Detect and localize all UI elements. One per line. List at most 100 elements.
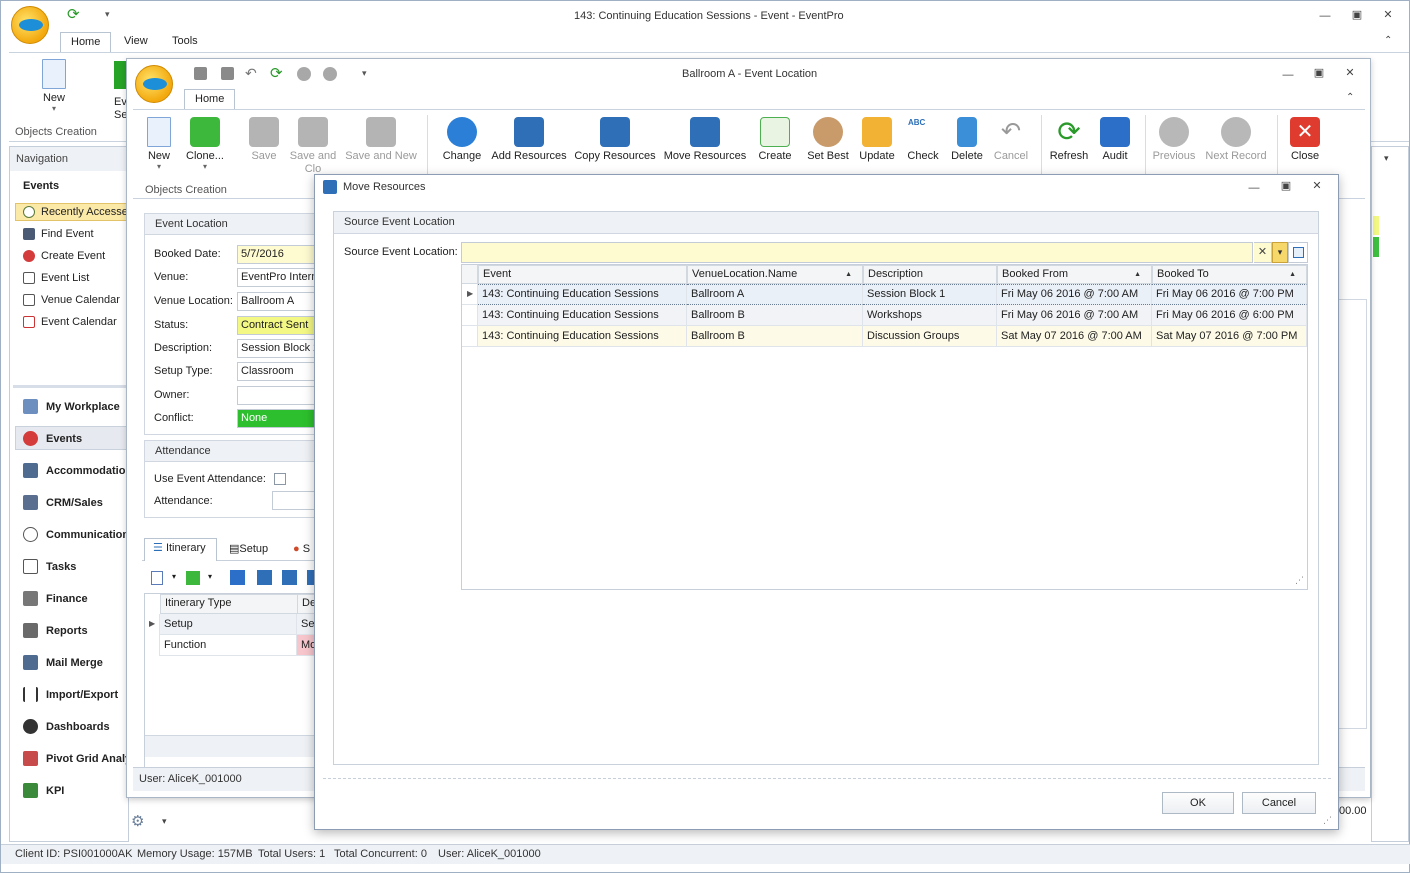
- event-location-field-value[interactable]: EventPro Intern: [237, 268, 317, 287]
- event-location-field-value[interactable]: 5/7/2016: [237, 245, 317, 264]
- tab-setup[interactable]: ▤Setup: [223, 540, 278, 561]
- nav-tasks[interactable]: Tasks: [23, 559, 76, 574]
- nav-item-recently-accessed[interactable]: Recently Accessed: [23, 206, 134, 218]
- dialog-resize-grip-icon[interactable]: ⋰: [1323, 815, 1332, 826]
- nav-accommodation[interactable]: Accommodation: [23, 463, 126, 478]
- previous-button[interactable]: Previous: [1151, 117, 1197, 162]
- nav-item-find-event[interactable]: Find Event: [23, 228, 94, 240]
- event-location-field-value[interactable]: Ballroom A: [237, 292, 317, 311]
- itinerary-copy-resources-icon[interactable]: [282, 570, 297, 585]
- qat-dropdown-icon[interactable]: ▾: [105, 9, 110, 20]
- close-icon[interactable]: ✕: [1310, 180, 1324, 192]
- nav-settings-icon[interactable]: ⚙: [131, 812, 144, 830]
- clone-button[interactable]: Clone... ▾: [183, 117, 227, 171]
- itinerary-new-dropdown-icon[interactable]: ▾: [172, 572, 176, 581]
- close-icon[interactable]: ✕: [1343, 67, 1357, 79]
- new-button[interactable]: New ▾: [31, 59, 77, 113]
- itinerary-cell[interactable]: Function: [160, 635, 297, 656]
- tab-home[interactable]: Home: [184, 89, 236, 110]
- cancel-button[interactable]: ↶ Cancel: [991, 117, 1031, 162]
- nav-item-event-list[interactable]: Event List: [23, 272, 89, 284]
- tab-view[interactable]: View: [114, 32, 158, 53]
- grid-row-indicator[interactable]: [462, 305, 478, 326]
- check-button[interactable]: ABC Check: [903, 117, 943, 162]
- grid-cell[interactable]: Workshops: [863, 305, 997, 326]
- grid-cell[interactable]: Sat May 07 2016 @ 7:00 PM: [1152, 326, 1307, 347]
- set-best-button[interactable]: Set Best: [803, 117, 853, 162]
- tab-tools[interactable]: Tools: [162, 32, 208, 53]
- grid-col-header[interactable]: Description: [863, 265, 997, 284]
- event-location-field-value[interactable]: Session Block 2: [237, 339, 317, 358]
- qat-refresh-icon[interactable]: ⟳: [270, 64, 283, 82]
- grid-col-header[interactable]: Event: [478, 265, 687, 284]
- event-location-field-value[interactable]: Classroom: [237, 362, 317, 381]
- minimize-icon[interactable]: —: [1281, 69, 1295, 81]
- tab-home[interactable]: Home: [60, 32, 112, 53]
- grid-cell[interactable]: Ballroom A: [687, 284, 863, 305]
- next-record-button[interactable]: Next Record: [1203, 117, 1269, 162]
- location-window-orb-icon[interactable]: [135, 65, 173, 103]
- event-location-field-value[interactable]: [237, 386, 317, 405]
- cancel-button[interactable]: Cancel: [1242, 792, 1316, 814]
- grid-cell[interactable]: Fri May 06 2016 @ 7:00 AM: [997, 284, 1152, 305]
- close-button[interactable]: ✕ Close: [1285, 117, 1325, 162]
- itinerary-col-header[interactable]: Itinerary Type: [160, 594, 298, 614]
- grid-cell[interactable]: Discussion Groups: [863, 326, 997, 347]
- qat-dropdown-icon[interactable]: ▾: [362, 68, 367, 79]
- maximize-icon[interactable]: ▣: [1312, 67, 1326, 79]
- close-icon[interactable]: ✕: [1381, 9, 1395, 21]
- source-dropdown-icon[interactable]: ▾: [1272, 242, 1288, 263]
- delete-button[interactable]: Delete: [947, 117, 987, 162]
- maximize-icon[interactable]: ▣: [1279, 180, 1293, 192]
- nav-item-venue-calendar[interactable]: Venue Calendar: [23, 294, 120, 306]
- save-and-new-button[interactable]: Save and New: [345, 117, 417, 162]
- create-button[interactable]: Create: [753, 117, 797, 162]
- source-event-location-input[interactable]: [461, 242, 1253, 263]
- qat-save-as-icon[interactable]: [221, 67, 234, 80]
- audit-button[interactable]: Audit: [1095, 117, 1135, 162]
- grid-cell[interactable]: Sat May 07 2016 @ 7:00 AM: [997, 326, 1152, 347]
- itinerary-cell[interactable]: Setup: [160, 614, 297, 635]
- itinerary-new-icon[interactable]: [151, 571, 163, 585]
- app-orb-icon[interactable]: [11, 6, 49, 44]
- itinerary-clone-icon[interactable]: [186, 571, 200, 585]
- nav-import-export[interactable]: Import/Export: [23, 687, 118, 702]
- change-button[interactable]: Change: [437, 117, 487, 162]
- itinerary-clone-dropdown-icon[interactable]: ▾: [208, 572, 212, 581]
- nav-my-workplace[interactable]: My Workplace: [23, 399, 120, 414]
- itinerary-move-icon[interactable]: [230, 570, 245, 585]
- nav-crm-sales[interactable]: CRM/Sales: [23, 495, 103, 510]
- grid-cell[interactable]: 143: Continuing Education Sessions: [478, 284, 687, 305]
- source-lookup-icon[interactable]: [1288, 242, 1308, 263]
- minimize-icon[interactable]: —: [1247, 182, 1261, 194]
- nav-settings-dropdown-icon[interactable]: ▾: [162, 816, 167, 827]
- grid-col-header[interactable]: Booked From ▲: [997, 265, 1152, 284]
- grid-cell[interactable]: Ballroom B: [687, 326, 863, 347]
- grid-row-indicator[interactable]: ▶: [462, 284, 478, 305]
- refresh-button[interactable]: ⟳ Refresh: [1047, 117, 1091, 163]
- itinerary-add-resources-icon[interactable]: [257, 570, 272, 585]
- grid-cell[interactable]: Fri May 06 2016 @ 7:00 PM: [1152, 284, 1307, 305]
- nav-finance[interactable]: Finance: [23, 591, 88, 606]
- grid-cell[interactable]: Session Block 1: [863, 284, 997, 305]
- nav-dashboards[interactable]: Dashboards: [23, 719, 110, 734]
- nav-item-event-calendar[interactable]: Event Calendar: [23, 316, 117, 328]
- qat-up-icon[interactable]: [297, 67, 311, 81]
- ribbon-scroll-dropdown-icon[interactable]: ▾: [1384, 153, 1389, 164]
- tab-itinerary[interactable]: ☰ Itinerary: [144, 538, 217, 561]
- new-button[interactable]: New ▾: [141, 117, 177, 171]
- grid-row-indicator[interactable]: [462, 326, 478, 347]
- nav-mail-merge[interactable]: Mail Merge: [23, 655, 103, 670]
- event-location-field-value[interactable]: None: [237, 409, 317, 428]
- attendance-field[interactable]: [272, 491, 316, 510]
- grid-resize-grip-icon[interactable]: ⋰: [1295, 575, 1304, 586]
- grid-cell[interactable]: 143: Continuing Education Sessions: [478, 326, 687, 347]
- add-resources-button[interactable]: Add Resources: [491, 117, 567, 162]
- move-resources-button[interactable]: Move Resources: [663, 117, 747, 162]
- nav-reports[interactable]: Reports: [23, 623, 88, 638]
- collapse-ribbon-icon[interactable]: ⌃: [1346, 92, 1354, 103]
- grid-cell[interactable]: 143: Continuing Education Sessions: [478, 305, 687, 326]
- use-event-attendance-checkbox[interactable]: [274, 473, 286, 485]
- grid-col-header[interactable]: VenueLocation.Name ▲: [687, 265, 863, 284]
- nav-kpi[interactable]: KPI: [23, 783, 64, 798]
